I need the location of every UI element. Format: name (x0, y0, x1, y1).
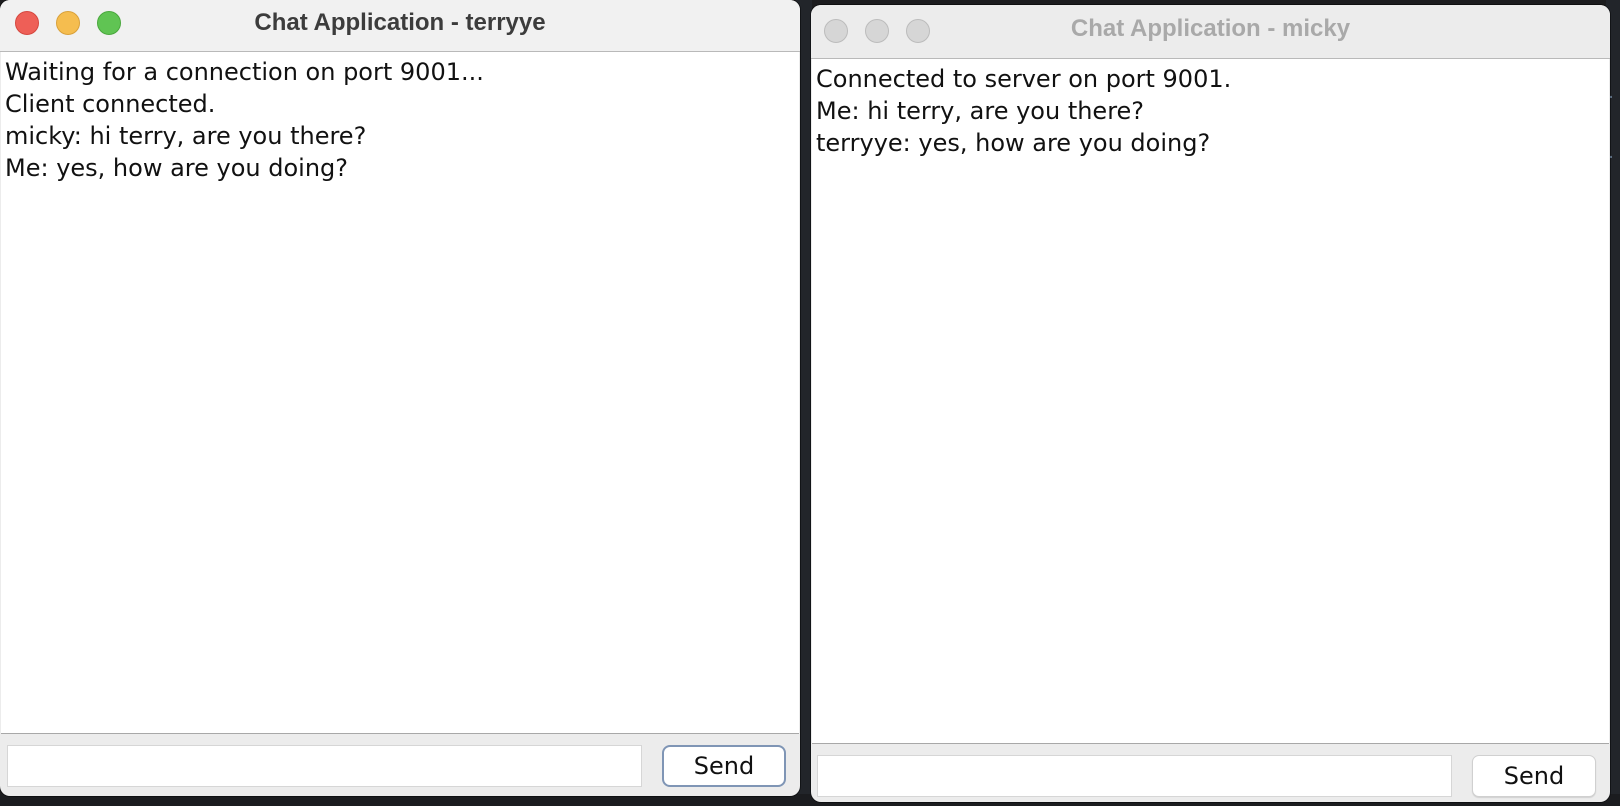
chat-message: Me: hi terry, are you there? (816, 97, 1145, 125)
send-button[interactable]: Send (662, 745, 786, 787)
chat-window-client: Chat Application - micky Connected to se… (811, 5, 1610, 802)
chat-message: terryye: yes, how are you doing? (816, 129, 1211, 157)
compose-row: Send (0, 736, 800, 796)
message-input[interactable] (817, 755, 1452, 797)
send-button[interactable]: Send (1472, 755, 1596, 797)
window-title: Chat Application - micky (1070, 15, 1351, 42)
chat-message: Connected to server on port 9001. (816, 65, 1232, 93)
chat-message: Me: yes, how are you doing? (5, 154, 349, 182)
chat-message: Client connected. (5, 90, 216, 118)
chat-message: micky: hi terry, are you there? (5, 122, 367, 150)
chat-window-server: Chat Application - terryye Waiting for a… (0, 0, 800, 796)
chat-log[interactable]: Waiting for a connection on port 9001...… (1, 52, 799, 734)
chat-log[interactable]: Connected to server on port 9001. Me: hi… (812, 59, 1609, 744)
compose-row: Send (811, 746, 1610, 802)
window-titlebar[interactable]: Chat Application - micky (811, 5, 1610, 59)
window-titlebar[interactable]: Chat Application - terryye (0, 0, 800, 52)
window-title: Chat Application - terryye (254, 9, 546, 36)
message-input[interactable] (7, 745, 642, 787)
chat-message: Waiting for a connection on port 9001... (5, 58, 484, 86)
